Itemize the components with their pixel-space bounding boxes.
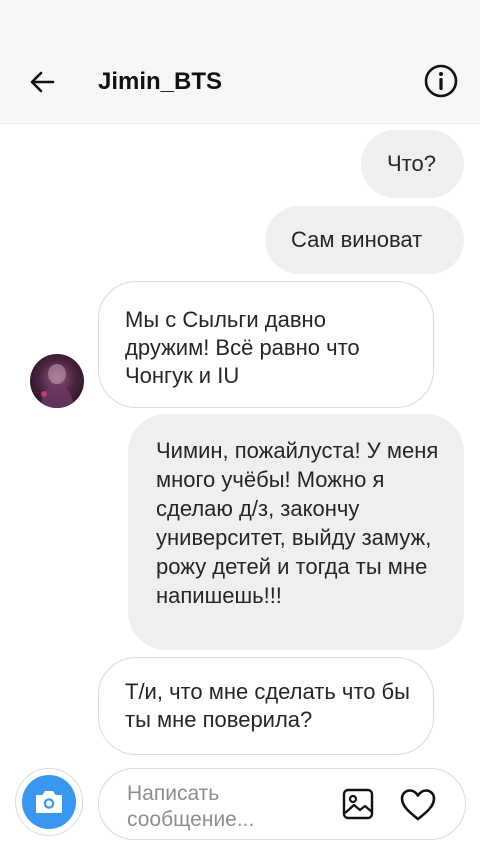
message-input[interactable]: Написать сообщение... — [98, 768, 466, 840]
camera-button-fill — [22, 775, 76, 829]
message-bubble[interactable]: Чимин, пожайлуста! У меня много учёбы! М… — [128, 414, 464, 650]
info-button[interactable] — [422, 62, 460, 100]
message-text: Мы с Сыльги давно дружим! Всё равно что … — [125, 307, 360, 388]
info-icon — [424, 64, 458, 98]
chat-title[interactable]: Jimin_BTS — [98, 68, 222, 96]
message-bubble[interactable]: Что? — [361, 130, 464, 198]
heart-icon — [400, 789, 436, 821]
message-text: Чимин, пожайлуста! У меня много учёбы! М… — [156, 438, 439, 608]
like-button[interactable] — [399, 787, 437, 823]
camera-icon — [36, 791, 62, 813]
message-composer: Написать сообщение... — [0, 764, 480, 854]
message-bubble[interactable]: Т/и, что мне сделать что бы ты мне повер… — [98, 657, 434, 755]
message-list[interactable]: Что? Сам виноват Мы с Сыльги давно дружи… — [0, 124, 480, 764]
avatar[interactable] — [30, 354, 84, 408]
avatar-image — [40, 364, 74, 408]
chat-header: Jimin_BTS — [0, 40, 480, 124]
message-text: Сам виноват — [291, 227, 423, 252]
arrow-left-icon — [30, 71, 55, 93]
image-icon — [342, 788, 374, 820]
message-bubble[interactable]: Сам виноват — [265, 206, 464, 274]
message-text: Т/и, что мне сделать что бы ты мне повер… — [125, 679, 410, 732]
status-bar — [0, 0, 480, 40]
back-button[interactable] — [24, 64, 60, 100]
message-input-placeholder: Написать сообщение... — [127, 782, 255, 831]
message-bubble[interactable]: Мы с Сыльги давно дружим! Всё равно что … — [98, 281, 434, 408]
message-text: Что? — [387, 151, 436, 176]
camera-button[interactable] — [15, 768, 83, 836]
gallery-button[interactable] — [341, 787, 375, 821]
